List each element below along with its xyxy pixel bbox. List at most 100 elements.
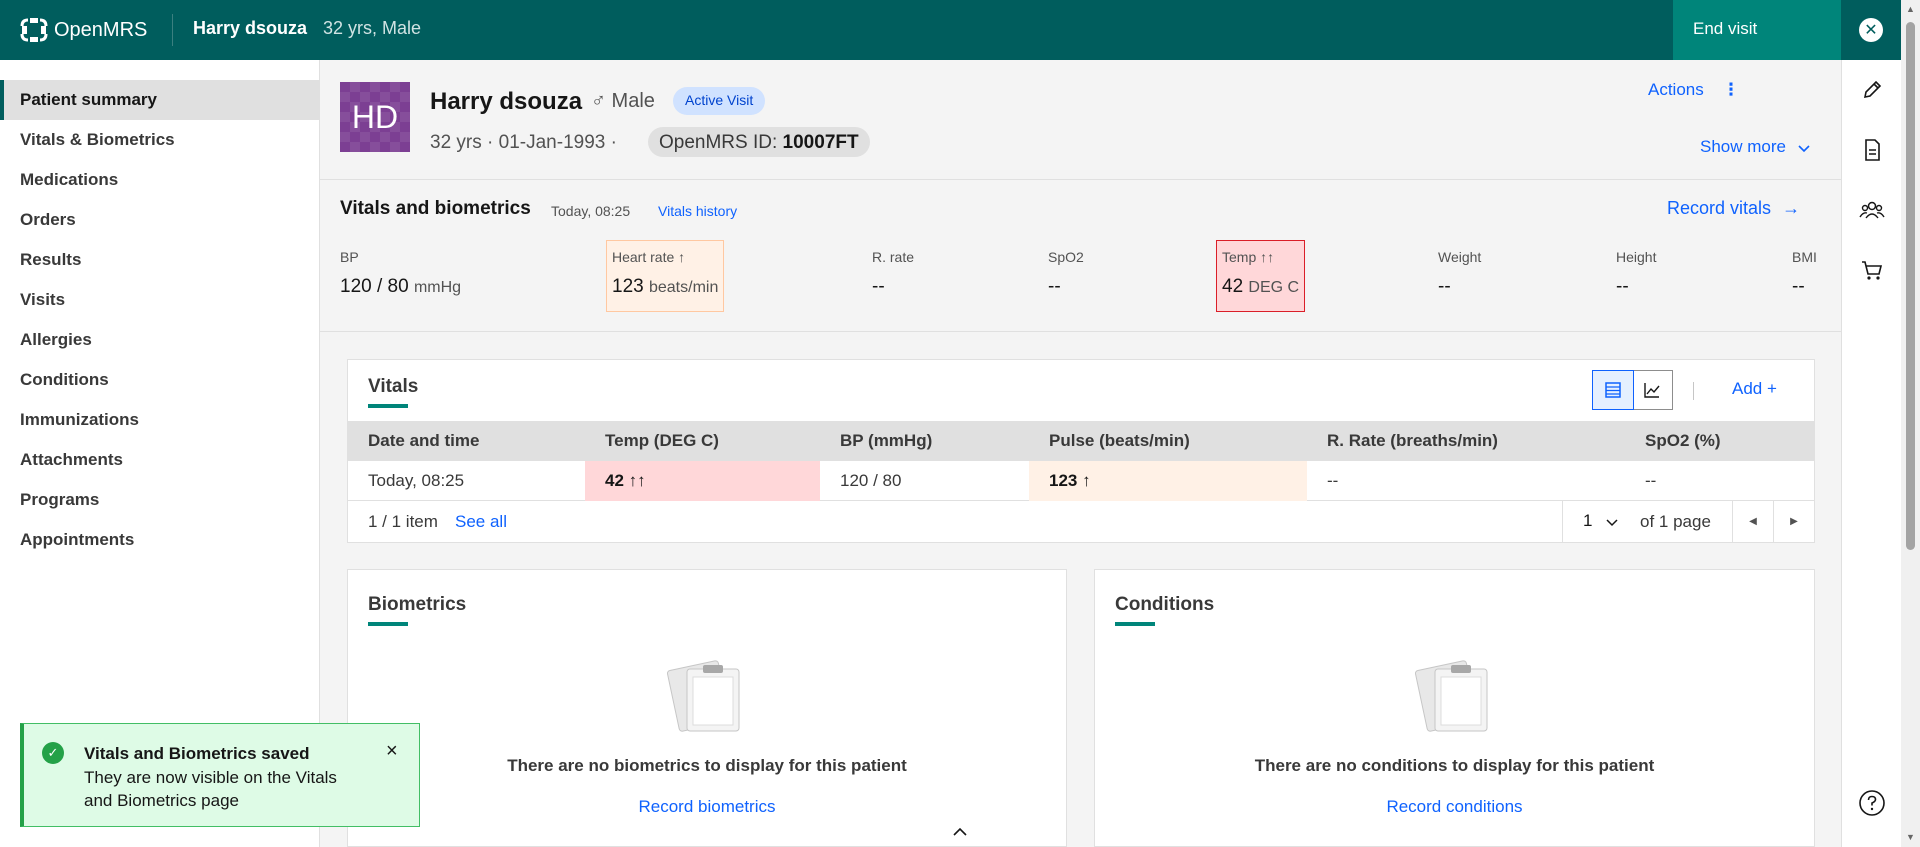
table-view-button[interactable] <box>1592 370 1634 410</box>
table-cell-critical: 42 ↑↑ <box>585 461 820 501</box>
vitals-summary-title: Vitals and biometrics <box>340 198 531 219</box>
close-icon[interactable]: × <box>386 740 398 763</box>
vital-tile-height: Height -- <box>1616 241 1656 298</box>
nav-item-results[interactable]: Results <box>0 240 319 280</box>
nav-item-allergies[interactable]: Allergies <box>0 320 319 360</box>
dot-separator: · <box>610 132 617 153</box>
scrollbar[interactable]: ▲ ▼ <box>1901 0 1920 847</box>
actions-menu-button[interactable]: Actions ⋮ <box>1648 80 1739 100</box>
biometrics-card: Biometrics There are no biometrics to di… <box>347 569 1067 847</box>
nav-item-visits[interactable]: Visits <box>0 280 319 320</box>
item-count: 1 / 1 item <box>368 512 438 531</box>
vitals-summary: Vitals and biometrics Today, 08:25 Vital… <box>320 181 1841 332</box>
caret-left-icon: ◀ <box>1749 516 1757 527</box>
table-header: Date and time Temp (DEG C) BP (mmHg) Pul… <box>348 421 1814 461</box>
vital-label: SpO2 <box>1048 249 1084 265</box>
table-icon <box>1605 382 1621 398</box>
topbar-patient-meta: 32 yrs, Male <box>323 18 422 38</box>
line-chart-icon <box>1644 383 1660 398</box>
previous-page-button[interactable]: ◀ <box>1732 501 1773 542</box>
nav-item-conditions[interactable]: Conditions <box>0 360 319 400</box>
nav-item-medications[interactable]: Medications <box>0 160 319 200</box>
show-more-button[interactable]: Show more <box>1700 137 1811 157</box>
pen-icon[interactable] <box>1857 75 1887 105</box>
nav-item-attachments[interactable]: Attachments <box>0 440 319 480</box>
top-bar: OpenMRS Harry dsouza 32 yrs, Male End vi… <box>0 0 1920 60</box>
vital-value: 123 beats/min <box>612 276 719 297</box>
vitals-summary-time: Today, 08:25 <box>551 203 631 219</box>
record-biometrics-link[interactable]: Record biometrics <box>348 797 1066 817</box>
vital-label: Temp ↑↑ <box>1222 249 1275 265</box>
toast-body: They are now visible on the Vitals and B… <box>84 768 337 810</box>
divider <box>1693 382 1694 400</box>
app-name: OpenMRS <box>54 18 148 41</box>
patient-gender: ♂ Male <box>591 90 655 112</box>
see-all-link[interactable]: See all <box>455 512 507 532</box>
chart-view-button[interactable] <box>1633 371 1673 409</box>
nav-item-appointments[interactable]: Appointments <box>0 520 319 560</box>
column-header[interactable]: Pulse (beats/min) <box>1049 431 1190 451</box>
document-icon[interactable] <box>1857 135 1887 165</box>
nav-item-patient-summary[interactable]: Patient summary <box>0 80 319 120</box>
success-toast: ✓ Vitals and Biometrics saved They are n… <box>20 723 420 827</box>
vital-value: 120 / 80 mmHg <box>340 276 462 297</box>
topbar-patient-name: Harry dsouza <box>193 18 308 38</box>
column-header[interactable]: SpO2 (%) <box>1645 431 1721 451</box>
patient-id-value: 10007FT <box>782 132 859 153</box>
cart-icon[interactable] <box>1857 255 1887 285</box>
chevron-up-icon[interactable] <box>952 825 968 841</box>
actions-label: Actions <box>1648 80 1704 99</box>
column-header[interactable]: R. Rate (breaths/min) <box>1327 431 1498 451</box>
column-header[interactable]: Temp (DEG C) <box>605 431 719 451</box>
record-conditions-link[interactable]: Record conditions <box>1095 797 1814 817</box>
table-cell: Today, 08:25 <box>368 471 465 490</box>
chevron-down-icon <box>1606 518 1618 526</box>
users-icon[interactable] <box>1857 195 1887 225</box>
dot-separator: · <box>487 132 499 153</box>
record-vitals-label: Record vitals <box>1667 198 1772 218</box>
clipboard-icon <box>1414 660 1487 732</box>
empty-state-message: There are no biometrics to display for t… <box>507 756 907 775</box>
nav-item-vitals-biometrics[interactable]: Vitals & Biometrics <box>0 120 319 160</box>
record-vitals-link[interactable]: Record vitals → <box>1667 198 1800 219</box>
column-header[interactable]: BP (mmHg) <box>840 431 932 451</box>
nav-item-orders[interactable]: Orders <box>0 200 319 240</box>
page-select[interactable]: 1 <box>1562 501 1638 542</box>
empty-state-illustration <box>1095 657 1814 737</box>
end-visit-button[interactable]: End visit <box>1673 0 1841 60</box>
patient-age-dob: 32 yrs · 01-Jan-1993 · <box>430 132 617 154</box>
view-toggle <box>1592 370 1673 410</box>
scroll-down-icon[interactable]: ▼ <box>1906 832 1915 842</box>
app-logo[interactable]: OpenMRS <box>20 12 147 48</box>
table-cell: -- <box>1327 471 1339 490</box>
right-rail <box>1841 60 1901 847</box>
column-header[interactable]: Date and time <box>368 431 479 451</box>
vital-tile-bmi: BMI -- <box>1792 241 1817 298</box>
table-row: Today, 08:25 42 ↑↑ 120 / 80 123 ↑ -- -- <box>348 461 1814 501</box>
vital-label: Weight <box>1438 249 1482 265</box>
scroll-up-icon[interactable]: ▲ <box>1906 4 1915 14</box>
vital-tile-weight: Weight -- <box>1438 241 1481 298</box>
patient-header: HD Harry dsouza ♂ Male Active Visit 32 y… <box>320 60 1841 180</box>
avatar: HD <box>340 82 410 152</box>
nav-item-programs[interactable]: Programs <box>0 480 319 520</box>
close-button[interactable]: ✕ <box>1841 0 1901 60</box>
clipboard-icon <box>667 660 740 732</box>
biometrics-title: Biometrics <box>368 594 467 615</box>
active-visit-badge: Active Visit <box>673 87 766 115</box>
table-cell-warning: 123 ↑ <box>1029 461 1307 501</box>
patient-dob: 01-Jan-1993 <box>498 132 606 153</box>
page-total: of 1 page <box>1640 512 1711 531</box>
add-vitals-button[interactable]: Add + <box>1732 379 1777 399</box>
help-icon[interactable] <box>1857 788 1887 818</box>
vital-value: -- <box>1048 276 1061 297</box>
next-page-button[interactable]: ▶ <box>1773 501 1814 542</box>
vital-label: R. rate <box>872 249 915 265</box>
vital-tile-r-rate: R. rate -- <box>872 241 914 298</box>
vital-label: BMI <box>1792 249 1817 265</box>
conditions-card: Conditions There are no conditions to di… <box>1094 569 1815 847</box>
nav-item-immunizations[interactable]: Immunizations <box>0 400 319 440</box>
scrollbar-thumb[interactable] <box>1906 22 1915 550</box>
vital-tile-temp: Temp ↑↑ 42 DEG C <box>1216 240 1306 312</box>
vitals-history-link[interactable]: Vitals history <box>658 203 737 219</box>
